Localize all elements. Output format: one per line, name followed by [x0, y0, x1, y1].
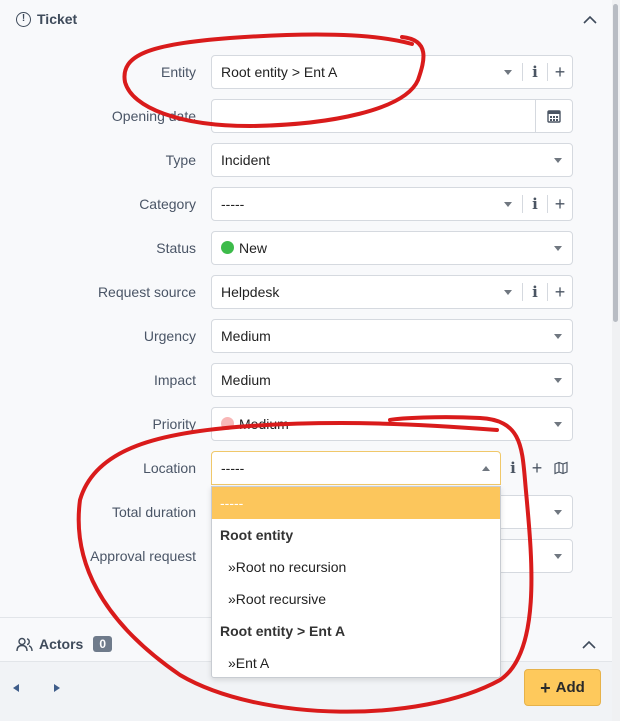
opening-date-label: Opening date — [111, 108, 196, 124]
actors-count-badge: 0 — [93, 636, 113, 652]
category-value: ----- — [221, 196, 245, 212]
priority-value: Medium — [239, 416, 289, 432]
status-label: Status — [156, 240, 196, 256]
chevron-down-icon — [554, 333, 562, 339]
chevron-down-icon — [504, 289, 512, 295]
scrollbar-thumb[interactable] — [613, 4, 618, 322]
next-arrow-icon[interactable] — [54, 684, 60, 692]
entity-select[interactable]: Root entity > Ent A i + — [211, 55, 573, 89]
dropdown-group: Root entity > Ent A — [220, 623, 346, 639]
impact-label: Impact — [153, 372, 196, 388]
chevron-down-icon — [554, 421, 562, 427]
request-source-label: Request source — [97, 284, 196, 300]
add-button[interactable]: + Add — [524, 669, 601, 706]
location-select[interactable]: ----- — [211, 451, 501, 485]
priority-label: Priority — [152, 416, 196, 432]
status-value: New — [239, 240, 268, 256]
approval-request-label: Approval request — [90, 548, 196, 564]
location-add-button[interactable]: + — [525, 451, 549, 485]
request-source-value: Helpdesk — [221, 284, 280, 300]
users-icon — [16, 637, 33, 651]
status-dot-icon — [221, 241, 234, 254]
location-dropdown: ----- Root entity »Root no recursion »Ro… — [211, 486, 501, 678]
priority-dot-icon — [221, 417, 234, 430]
entity-value: Root entity > Ent A — [221, 64, 338, 80]
priority-select[interactable]: Medium — [211, 407, 573, 441]
impact-select[interactable]: Medium — [211, 363, 573, 397]
dropdown-option[interactable]: »Root no recursion — [212, 551, 500, 583]
impact-value: Medium — [221, 372, 271, 388]
chevron-up-icon[interactable] — [582, 12, 598, 28]
location-value: ----- — [221, 460, 245, 476]
type-value: Incident — [221, 152, 271, 168]
chevron-down-icon — [554, 377, 562, 383]
entity-info-button[interactable]: i — [523, 55, 547, 89]
exclamation-circle-icon: ! — [16, 11, 31, 27]
entity-add-button[interactable]: + — [548, 55, 572, 89]
previous-arrow-icon[interactable] — [13, 684, 19, 692]
urgency-select[interactable]: Medium — [211, 319, 573, 353]
chevron-down-icon — [504, 201, 512, 207]
category-info-button[interactable]: i — [523, 187, 547, 221]
request-source-select[interactable]: Helpdesk i + — [211, 275, 573, 309]
category-select[interactable]: ----- i + — [211, 187, 573, 221]
chevron-up-icon[interactable] — [581, 637, 597, 653]
type-select[interactable]: Incident — [211, 143, 573, 177]
opening-date-input[interactable] — [211, 99, 573, 133]
chevron-down-icon — [504, 69, 512, 75]
dropdown-option[interactable]: »Root recursive — [212, 583, 500, 615]
entity-label: Entity — [160, 64, 196, 80]
type-label: Type — [165, 152, 196, 168]
section-title: ! Ticket — [16, 11, 77, 27]
add-button-label: Add — [555, 679, 585, 696]
status-select[interactable]: New — [211, 231, 573, 265]
section-title-text: Ticket — [37, 11, 78, 27]
chevron-up-icon — [482, 465, 490, 471]
dropdown-option[interactable]: ----- — [212, 487, 500, 519]
chevron-down-icon — [554, 509, 562, 515]
request-source-add-button[interactable]: + — [548, 275, 572, 309]
location-label: Location — [143, 460, 196, 476]
chevron-down-icon — [554, 245, 562, 251]
urgency-label: Urgency — [143, 328, 196, 344]
map-icon[interactable] — [549, 451, 573, 485]
calendar-icon[interactable] — [536, 99, 572, 133]
category-label: Category — [139, 196, 196, 212]
plus-icon: + — [540, 677, 551, 698]
request-source-info-button[interactable]: i — [523, 275, 547, 309]
actors-title: Actors — [39, 636, 84, 652]
ticket-section-header[interactable]: ! Ticket — [0, 0, 612, 40]
location-info-button[interactable]: i — [501, 451, 525, 485]
actors-section-header[interactable]: Actors 0 — [16, 636, 113, 652]
urgency-value: Medium — [221, 328, 271, 344]
category-add-button[interactable]: + — [548, 187, 572, 221]
dropdown-group: Root entity — [220, 527, 294, 543]
total-duration-label: Total duration — [111, 504, 196, 520]
dropdown-option[interactable]: »Ent A — [212, 647, 500, 677]
chevron-down-icon — [554, 553, 562, 559]
chevron-down-icon — [554, 157, 562, 163]
